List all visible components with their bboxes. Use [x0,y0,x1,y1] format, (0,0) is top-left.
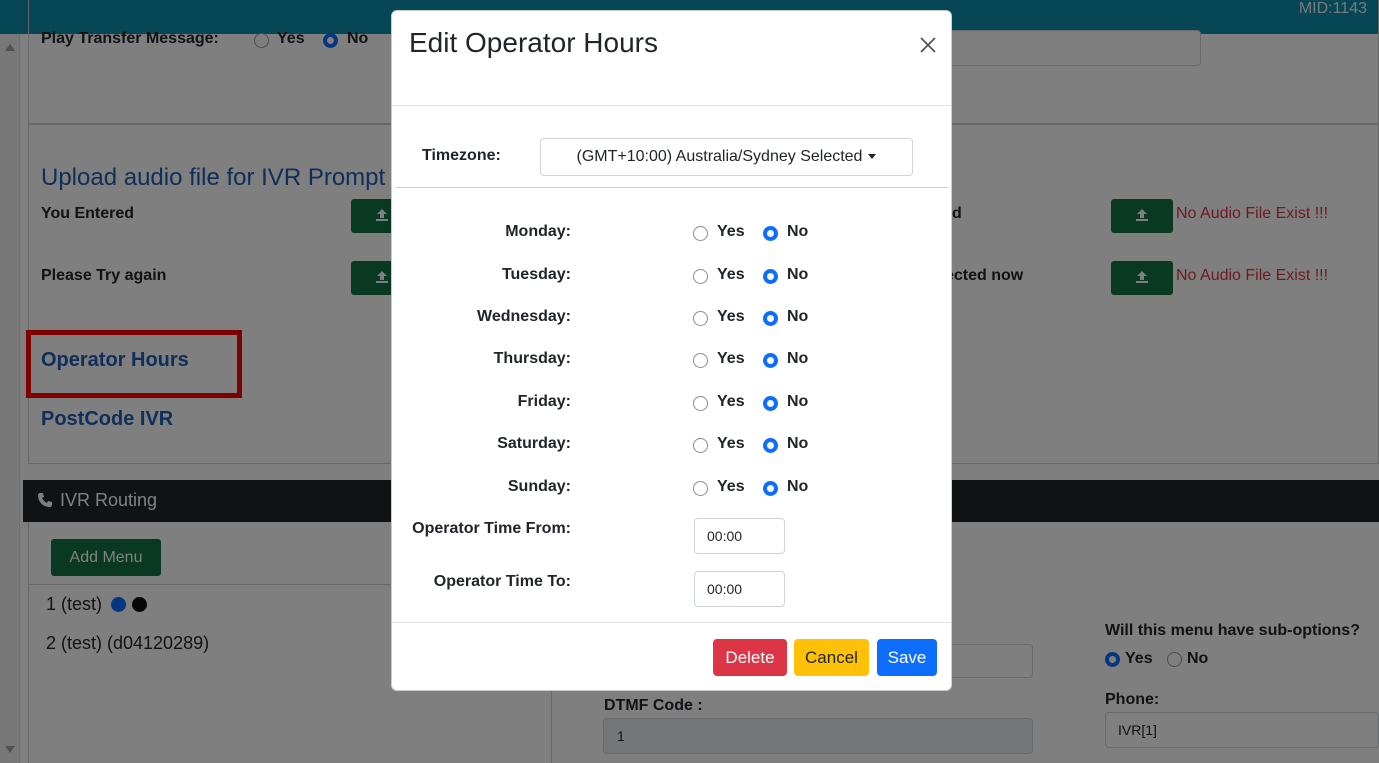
time-to-input[interactable]: 00:00 [694,571,785,607]
thursday-yes-radio[interactable] [693,353,708,368]
day-label-tuesday: Tuesday: [501,266,571,283]
wednesday-yes-label: Yes [717,308,745,325]
timezone-divider [396,187,948,188]
day-label-friday: Friday: [517,393,571,410]
tuesday-no-radio[interactable] [763,269,778,284]
thursday-no-label: No [787,350,809,367]
day-label-monday: Monday: [505,223,571,240]
saturday-yes-label: Yes [717,435,745,452]
time-from-value: 00:00 [707,528,743,544]
day-label-sunday: Sunday: [507,478,571,495]
thursday-no-radio[interactable] [763,353,778,368]
saturday-no-label: No [787,435,809,452]
sunday-yes-label: Yes [717,478,745,495]
tuesday-no-label: No [787,266,809,283]
saturday-yes-radio[interactable] [693,438,708,453]
edit-operator-hours-modal: Edit Operator Hours Timezone: (GMT+10:00… [391,10,952,691]
sunday-no-radio[interactable] [763,481,778,496]
wednesday-no-radio[interactable] [763,311,778,326]
tuesday-yes-radio[interactable] [693,269,708,284]
monday-no-label: No [787,223,809,240]
modal-footer-divider [392,622,951,623]
sunday-no-label: No [787,478,809,495]
timezone-select[interactable]: (GMT+10:00) Australia/Sydney Selected [540,138,913,176]
timezone-value: (GMT+10:00) Australia/Sydney Selected [576,148,863,165]
sunday-yes-radio[interactable] [693,481,708,496]
cancel-button[interactable]: Cancel [794,639,869,676]
time-to-value: 00:00 [707,581,743,597]
friday-yes-label: Yes [717,393,745,410]
monday-yes-label: Yes [717,223,745,240]
day-label-saturday: Saturday: [497,435,571,452]
wednesday-no-label: No [787,308,809,325]
tuesday-yes-label: Yes [717,266,745,283]
save-button[interactable]: Save [877,639,937,676]
modal-header-divider [392,105,951,106]
friday-yes-radio[interactable] [693,396,708,411]
monday-yes-radio[interactable] [693,226,708,241]
thursday-yes-label: Yes [717,350,745,367]
friday-no-radio[interactable] [763,396,778,411]
time-to-label: Operator Time To: [433,573,571,590]
time-from-input[interactable]: 00:00 [694,518,785,554]
caret-down-icon [868,154,877,160]
close-icon[interactable] [919,36,937,54]
time-from-label: Operator Time From: [412,520,571,537]
delete-button[interactable]: Delete [713,639,787,676]
day-label-wednesday: Wednesday: [477,308,571,325]
timezone-label: Timezone: [422,147,501,164]
friday-no-label: No [787,393,809,410]
saturday-no-radio[interactable] [763,438,778,453]
modal-title: Edit Operator Hours [409,27,658,58]
day-label-thursday: Thursday: [493,350,571,367]
monday-no-radio[interactable] [763,226,778,241]
wednesday-yes-radio[interactable] [693,311,708,326]
